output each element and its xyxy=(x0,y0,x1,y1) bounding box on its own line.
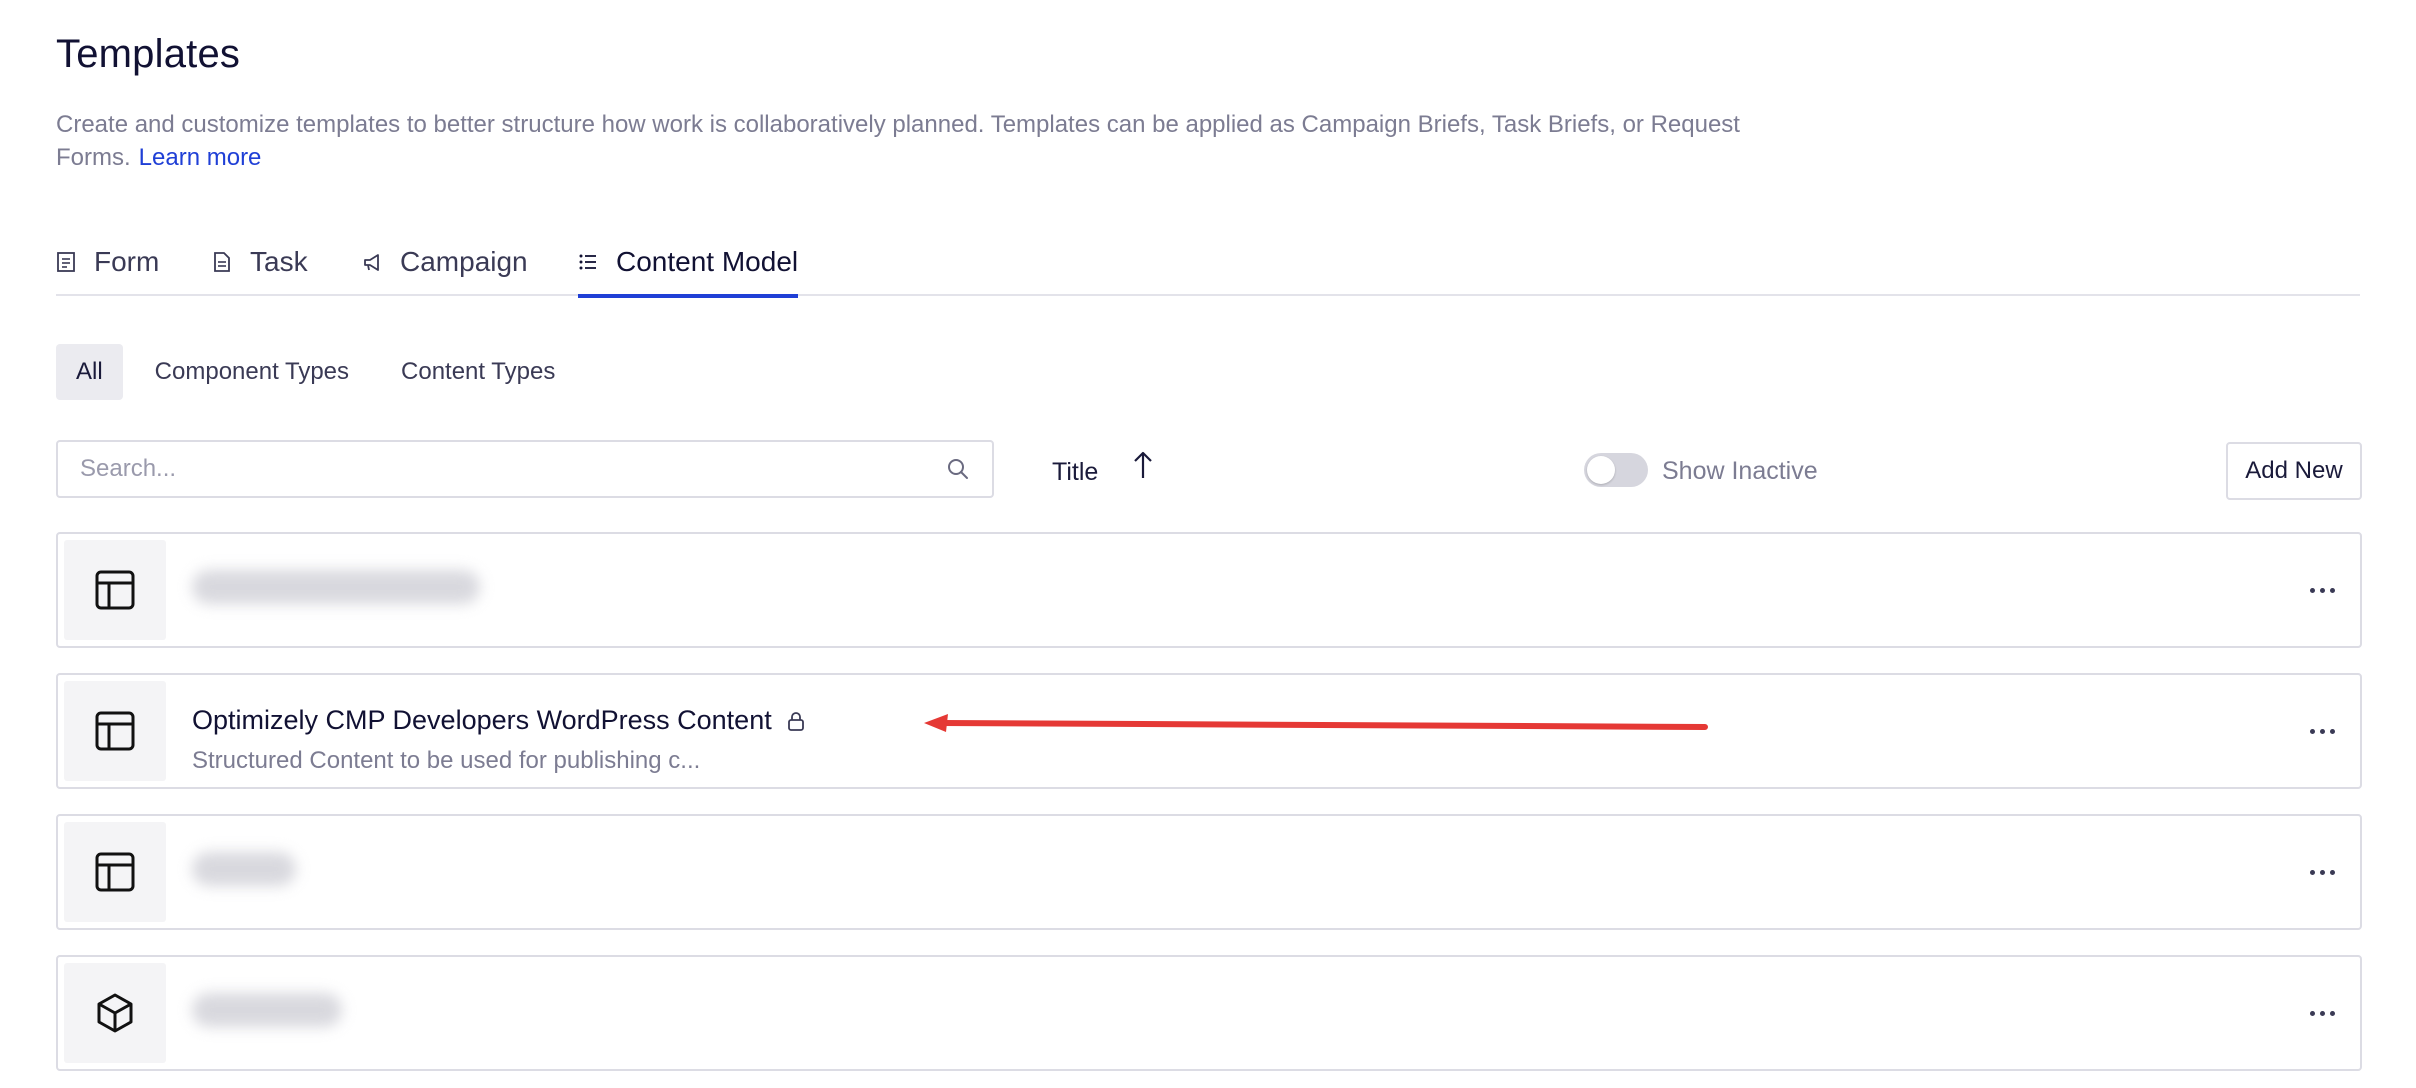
tab-campaign[interactable]: Campaign xyxy=(362,228,528,296)
tab-form[interactable]: Form xyxy=(56,228,159,296)
row-title-redacted xyxy=(192,852,296,886)
show-inactive-toggle[interactable] xyxy=(1584,453,1648,487)
tab-task[interactable]: Task xyxy=(212,228,308,296)
document-icon xyxy=(214,252,230,272)
filter-content-types[interactable]: Content Types xyxy=(381,344,575,400)
row-subtitle: Structured Content to be used for publis… xyxy=(192,747,701,774)
tab-content-model-label: Content Model xyxy=(616,246,799,277)
search-icon[interactable] xyxy=(946,457,970,481)
more-options-icon[interactable] xyxy=(2302,997,2342,1029)
row-thumbnail xyxy=(64,822,166,922)
list-item[interactable] xyxy=(56,955,2362,1071)
template-type-tabs: Form Task Campaign Content Model xyxy=(56,228,2360,298)
layout-icon xyxy=(95,570,135,610)
page-title: Templates xyxy=(56,32,241,76)
tab-content-model[interactable]: Content Model xyxy=(578,228,799,298)
lock-icon xyxy=(787,711,804,731)
filter-component-types[interactable]: Component Types xyxy=(135,344,369,400)
show-inactive-label: Show Inactive xyxy=(1662,457,1818,485)
form-icon xyxy=(57,252,75,272)
row-thumbnail xyxy=(64,963,166,1063)
row-thumbnail xyxy=(64,540,166,640)
row-title-redacted xyxy=(192,570,480,604)
more-options-icon[interactable] xyxy=(2302,574,2342,606)
arrow-up-icon[interactable] xyxy=(1132,450,1154,480)
layout-icon xyxy=(95,852,135,892)
cube-icon xyxy=(97,993,133,1033)
megaphone-icon xyxy=(364,254,379,271)
more-options-icon[interactable] xyxy=(2302,715,2342,747)
more-options-icon[interactable] xyxy=(2302,856,2342,888)
tab-campaign-label: Campaign xyxy=(400,246,528,277)
list-item[interactable] xyxy=(56,814,2362,930)
search-input[interactable] xyxy=(80,455,946,483)
toggle-knob xyxy=(1587,456,1615,484)
layout-icon xyxy=(95,711,135,751)
row-thumbnail xyxy=(64,681,166,781)
tab-task-label: Task xyxy=(250,246,308,277)
filter-all[interactable]: All xyxy=(56,344,123,400)
row-title: Optimizely CMP Developers WordPress Cont… xyxy=(192,705,806,736)
row-title-text: Optimizely CMP Developers WordPress Cont… xyxy=(192,705,772,735)
list-icon xyxy=(579,254,596,270)
filter-bar: All Component Types Content Types xyxy=(56,344,587,400)
annotation-arrow xyxy=(924,714,1708,732)
add-new-button[interactable]: Add New xyxy=(2226,442,2362,500)
row-title-redacted xyxy=(192,993,342,1027)
description-text: Create and customize templates to better… xyxy=(56,111,1740,171)
list-item[interactable] xyxy=(56,532,2362,648)
sort-label[interactable]: Title xyxy=(1052,458,1098,487)
tab-form-label: Form xyxy=(94,246,160,277)
search-box xyxy=(56,440,994,498)
learn-more-link[interactable]: Learn more xyxy=(139,144,262,171)
page-description: Create and customize templates to better… xyxy=(56,108,1756,174)
